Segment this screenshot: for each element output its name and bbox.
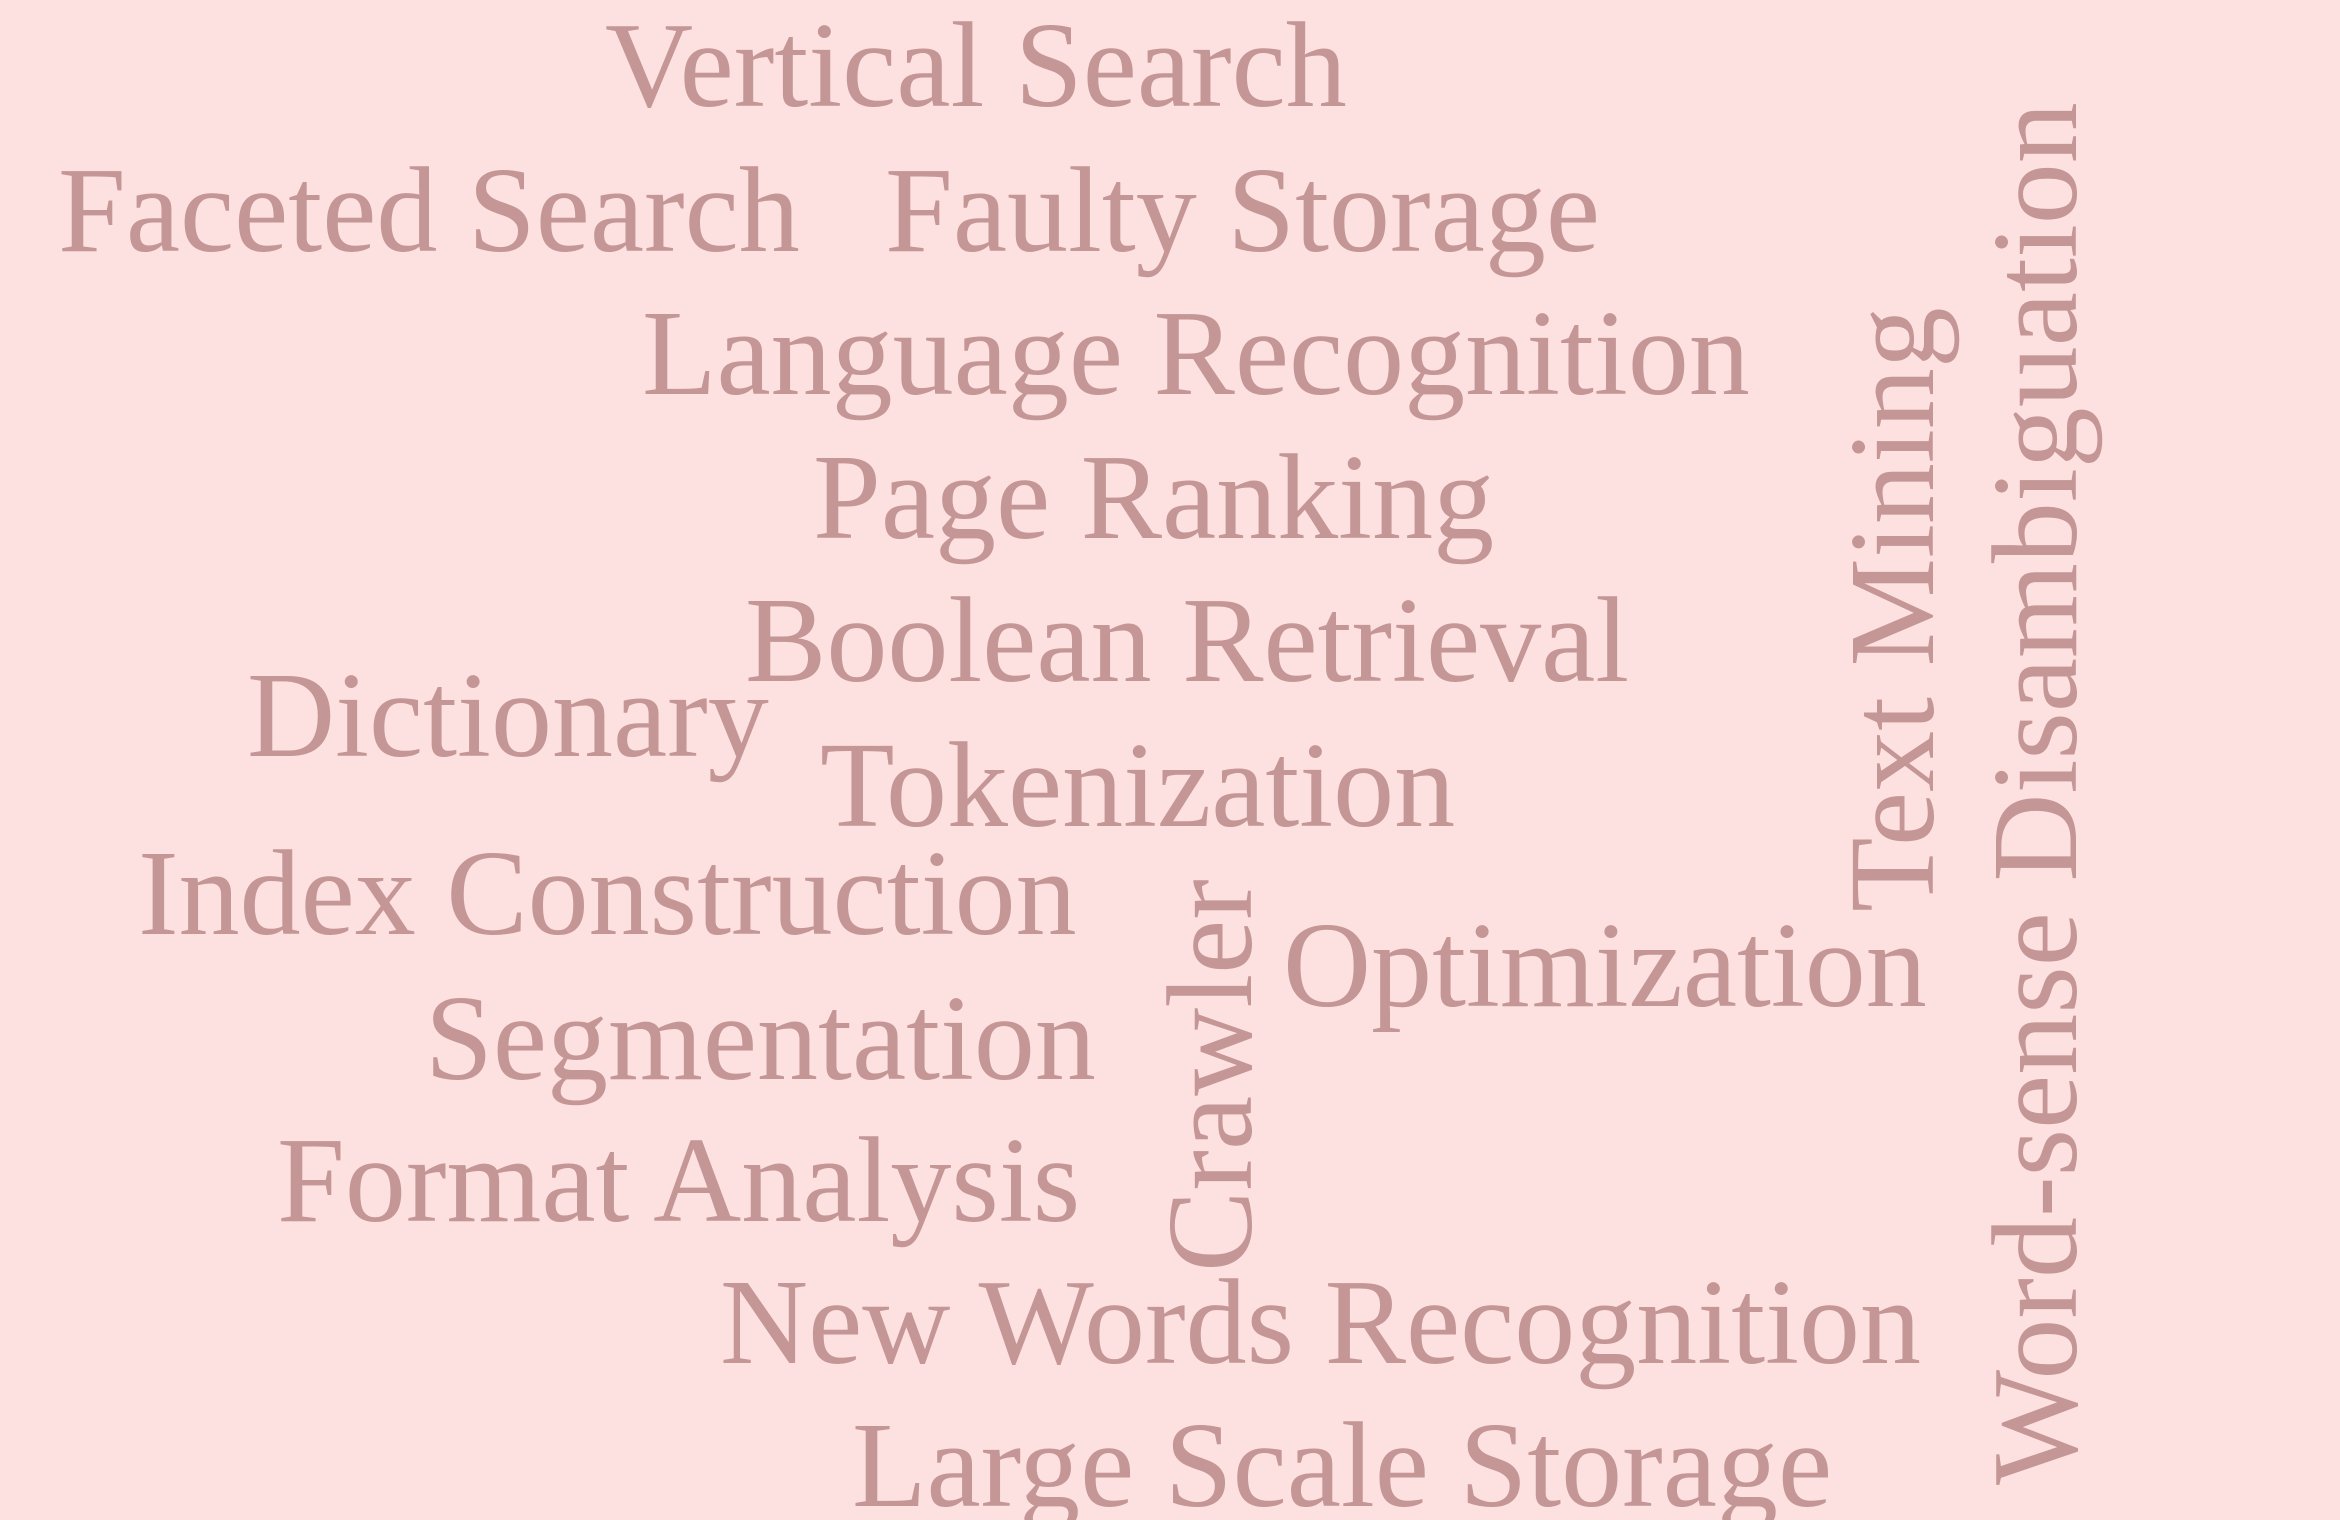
word-language-recognition: Language Recognition [642, 286, 1750, 421]
word-dictionary: Dictionary [247, 648, 769, 783]
word-segmentation: Segmentation [425, 971, 1096, 1106]
word-word-sense-disambiguation: Word-sense Disambiguation [1968, 102, 2103, 1485]
word-index-construction: Index Construction [138, 826, 1077, 961]
word-text-mining: Text Mining [1825, 307, 1960, 912]
word-boolean-retrieval: Boolean Retrieval [745, 573, 1630, 708]
word-format-analysis: Format Analysis [277, 1113, 1081, 1248]
word-optimization: Optimization [1283, 898, 1927, 1033]
word-new-words-recognition: New Words Recognition [720, 1255, 1921, 1390]
word-vertical-search: Vertical Search [605, 0, 1347, 133]
word-faceted-search: Faceted Search [58, 143, 800, 278]
word-faulty-storage: Faulty Storage [885, 143, 1600, 278]
word-cloud: Vertical Search Faceted Search Faulty St… [0, 0, 2340, 1520]
word-page-ranking: Page Ranking [813, 430, 1495, 565]
word-large-scale-storage: Large Scale Storage [852, 1398, 1833, 1520]
word-crawler: Crawler [1143, 879, 1278, 1272]
